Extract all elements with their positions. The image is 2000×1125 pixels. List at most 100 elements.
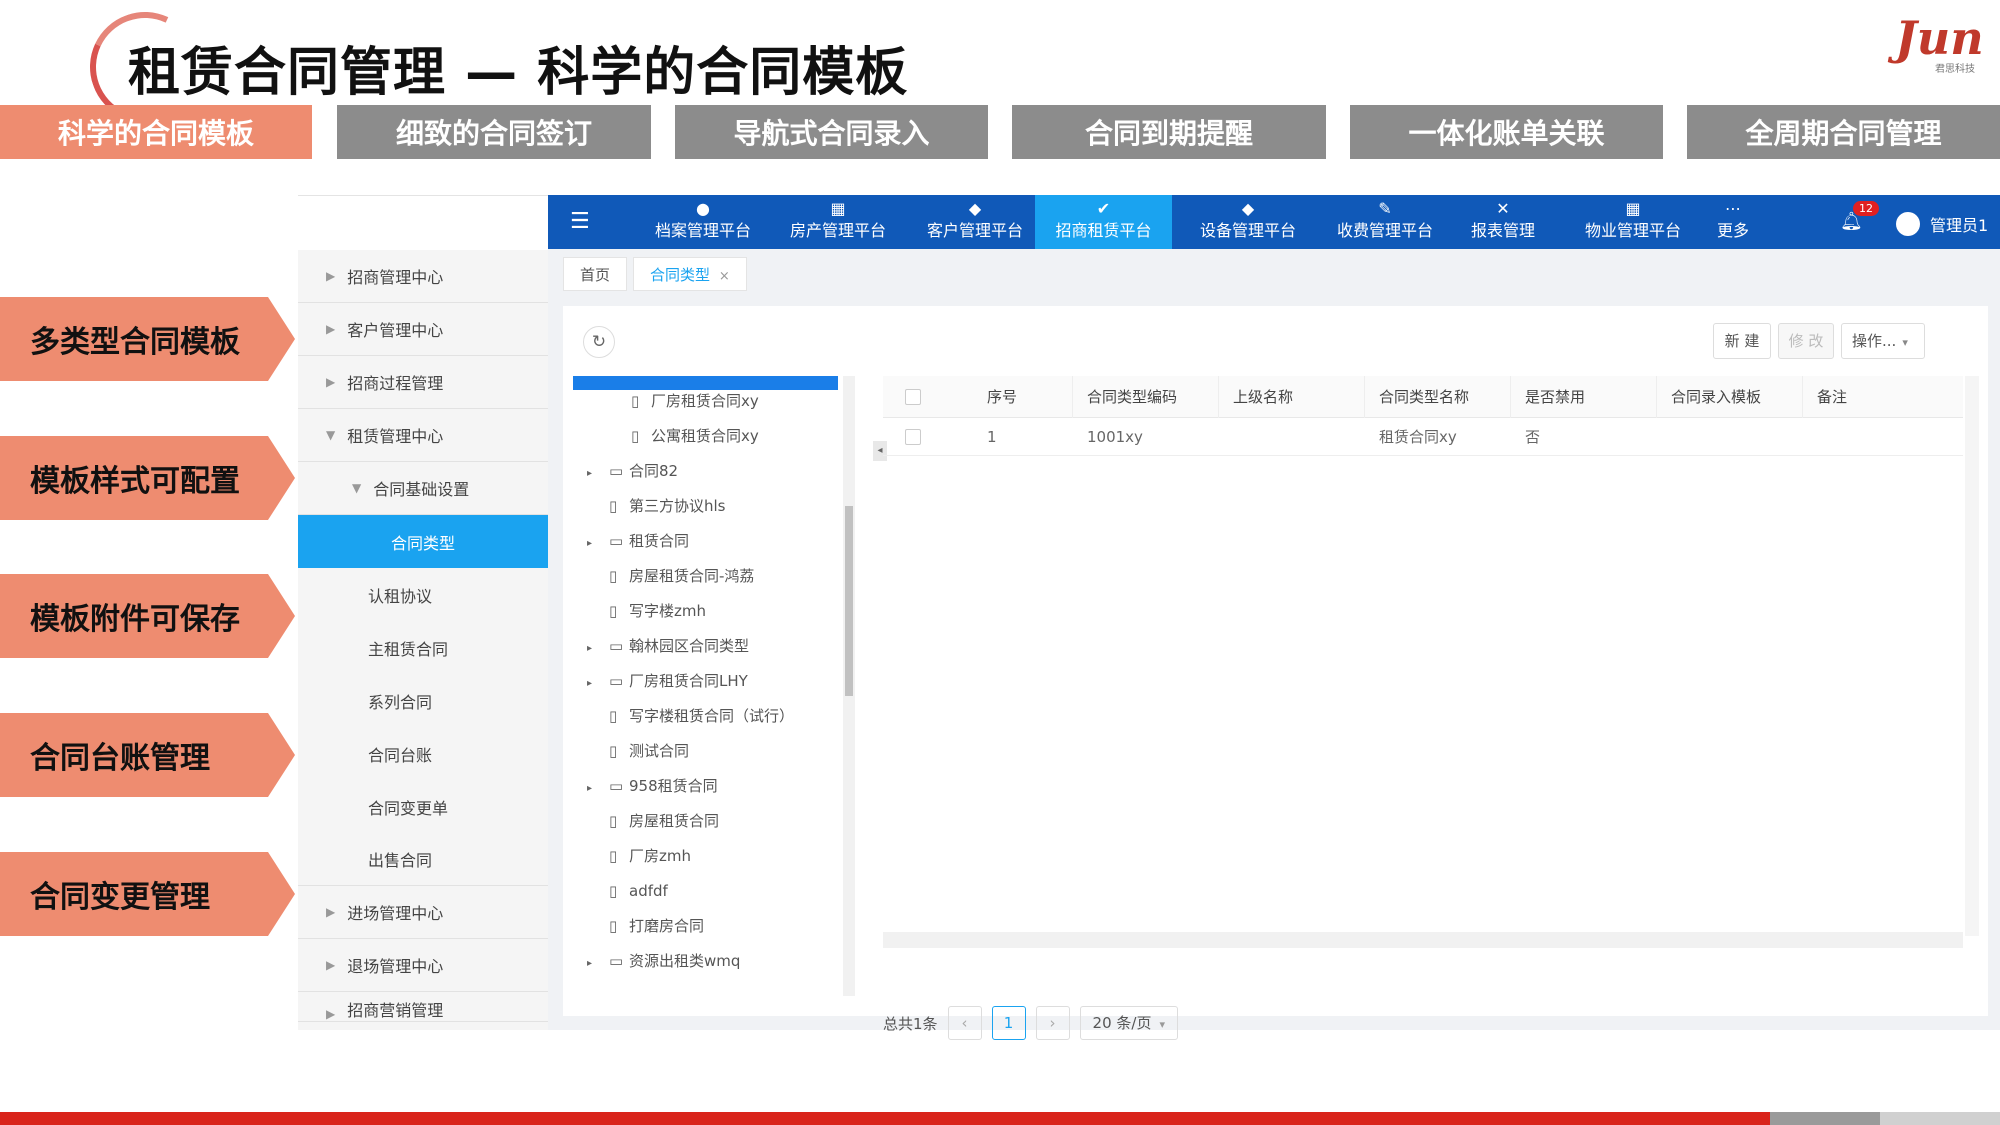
sidebar-item-process[interactable]: ▶ 招商过程管理 (298, 356, 548, 409)
sidebar-item-exit[interactable]: ▶ 退场管理中心 (298, 939, 548, 992)
archive-icon: ● (696, 199, 710, 218)
column-header[interactable]: 合同类型编码 (1073, 376, 1219, 418)
tree-scrollbar[interactable] (843, 376, 855, 996)
expand-icon[interactable]: ▸ (587, 632, 609, 666)
column-header[interactable]: 序号 (973, 376, 1073, 418)
nav-archive[interactable]: ● 档案管理平台 (638, 195, 768, 249)
refresh-icon[interactable]: ↻ (583, 326, 615, 358)
nav-payment[interactable]: ✎ 收费管理平台 (1320, 195, 1450, 249)
sidebar-item-marketing[interactable]: ▶ 招商营销管理 (298, 992, 548, 1022)
sidebar-item-entry[interactable]: ▶ 进场管理中心 (298, 886, 548, 939)
sidebar-item-change[interactable]: 合同变更单 (298, 780, 548, 833)
tree-node[interactable]: ▯ 打磨房合同 (609, 909, 704, 943)
expand-icon[interactable]: ▸ (587, 947, 609, 981)
sidebar-item-series[interactable]: 系列合同 (298, 674, 548, 727)
feature-tab-lifecycle[interactable]: 全周期合同管理 (1687, 105, 2000, 159)
file-icon: ▯ (609, 497, 618, 515)
feature-tab-signing[interactable]: 细致的合同签订 (337, 105, 651, 159)
table-cell (1219, 418, 1365, 456)
tree-node[interactable]: ▯ 房屋租赁合同-鸿荔 (609, 559, 754, 593)
app-screenshot: ▶ 招商管理中心 ▶ 客户管理中心 ▶ 招商过程管理 ▼ 租赁管理中心 ▼ 合同基础设置 … (298, 195, 2000, 1040)
tree-node[interactable]: ▯ 写字楼zmh (609, 594, 706, 628)
sidebar-item-main-lease[interactable]: 主租赁合同 (298, 621, 548, 674)
select-all-checkbox[interactable] (905, 389, 921, 405)
table-cell: 租赁合同xy (1379, 428, 1457, 446)
feature-tab-expiry[interactable]: 合同到期提醒 (1012, 105, 1326, 159)
chevron-right-icon: ▶ (326, 958, 336, 972)
menu-icon[interactable]: ☰ (570, 209, 590, 234)
column-header[interactable]: 是否禁用 (1511, 376, 1657, 418)
payment-icon: ✎ (1378, 199, 1392, 218)
table-horizontal-scrollbar[interactable] (883, 932, 1963, 948)
tree-node[interactable]: ▸ ▭ 翰林园区合同类型 (587, 629, 749, 663)
row-checkbox[interactable] (905, 429, 921, 445)
tree-node[interactable]: ▯ 厂房zmh (609, 839, 691, 873)
side-label-configurable: 模板样式可配置 (0, 436, 295, 520)
table-vertical-scrollbar[interactable] (1965, 376, 1979, 936)
tree-node[interactable]: ▸ ▭ 租赁合同 (587, 524, 689, 558)
expand-icon[interactable]: ▸ (587, 527, 609, 561)
nav-device[interactable]: ◆ 设备管理平台 (1183, 195, 1313, 249)
tree-node[interactable]: ▸ ▭ 厂房租赁合同LHY (587, 664, 748, 698)
column-header[interactable]: 上级名称 (1219, 376, 1365, 418)
tree-node[interactable]: ▯ 第三方协议hls (609, 489, 726, 523)
avatar[interactable] (1896, 212, 1920, 236)
folder-icon: ▭ (609, 952, 624, 970)
chevron-right-icon: ▶ (326, 1007, 336, 1021)
tab-home[interactable]: 首页 (563, 257, 628, 291)
close-icon[interactable]: × (719, 269, 730, 284)
folder-icon: ▭ (609, 532, 624, 550)
user-name[interactable]: 管理员1 (1930, 212, 1988, 236)
next-page-button[interactable]: › (1035, 1006, 1070, 1040)
column-header[interactable]: 合同类型名称 (1365, 376, 1511, 418)
sidebar-item-ledger[interactable]: 合同台账 (298, 727, 548, 780)
feature-tab-entry[interactable]: 导航式合同录入 (675, 105, 988, 159)
prev-page-button[interactable]: ‹ (947, 1006, 982, 1040)
sidebar-item-contract-settings[interactable]: ▼ 合同基础设置 (298, 462, 548, 515)
sidebar-item-lease-agreement[interactable]: 认租协议 (298, 568, 548, 621)
file-icon: ▯ (609, 707, 618, 725)
sidebar-item-sale[interactable]: 出售合同 (298, 833, 548, 886)
tree-node[interactable]: ▸ ▭ 958租赁合同 (587, 769, 718, 803)
nav-more[interactable]: ⋯ 更多 (1708, 195, 1758, 249)
operations-dropdown[interactable]: 操作... ▾ (1841, 323, 1925, 359)
new-button[interactable]: 新 建 (1713, 323, 1771, 359)
nav-leasing[interactable]: ✔ 招商租赁平台 (1035, 195, 1172, 249)
tree-node[interactable]: ▯ 厂房租赁合同xy (631, 384, 759, 418)
side-label-attachments: 模板附件可保存 (0, 574, 295, 658)
tree-node[interactable]: ▯ 房屋租赁合同 (609, 804, 719, 838)
sidebar-item-contract-type[interactable]: 合同类型 (298, 515, 548, 568)
tree-node[interactable]: ▯ 测试合同 (609, 734, 689, 768)
property-icon: ▦ (1625, 199, 1641, 218)
tab-contract-type[interactable]: 合同类型 × (633, 257, 747, 291)
logo-subtext: 君思科技 (1935, 64, 1975, 75)
feature-tab-template[interactable]: 科学的合同模板 (0, 105, 312, 159)
expand-icon[interactable]: ▸ (587, 667, 609, 701)
expand-icon[interactable]: ▸ (587, 772, 609, 806)
column-header[interactable]: 备注 (1803, 376, 1963, 418)
tree-node[interactable]: ▸ ▭ 资源出租类wmq (587, 944, 740, 978)
expand-icon[interactable]: ▸ (587, 457, 609, 491)
edit-button[interactable]: 修 改 (1778, 323, 1834, 359)
tree-node[interactable]: ▯ 写字楼租赁合同（试行） (609, 699, 794, 733)
sidebar-item-investment[interactable]: ▶ 招商管理中心 (298, 250, 548, 303)
tree-node[interactable]: ▸ ▭ 合同82 (587, 454, 678, 488)
column-header[interactable]: 合同录入模板 (1657, 376, 1803, 418)
sidebar-item-customer[interactable]: ▶ 客户管理中心 (298, 303, 548, 356)
chevron-right-icon: ▶ (326, 322, 336, 336)
feature-tab-billing[interactable]: 一体化账单关联 (1350, 105, 1663, 159)
tree-node[interactable]: ▯ 公寓租赁合同xy (631, 419, 759, 453)
page-number-button[interactable]: 1 (991, 1006, 1026, 1040)
tree-node[interactable]: ▯ adfdf (609, 874, 668, 908)
sidenav: ▶ 招商管理中心 ▶ 客户管理中心 ▶ 招商过程管理 ▼ 租赁管理中心 ▼ 合同基础设置 … (298, 195, 548, 1030)
contract-type-tree: ▯ 厂房租赁合同xy ▯ 公寓租赁合同xy ▸ ▭ 合同82 ▯ 第三方协议hls ▸ ▭ 租… (573, 376, 838, 1006)
nav-report[interactable]: ✕ 报表管理 (1453, 195, 1553, 249)
nav-facility[interactable]: ▦ 物业管理平台 (1568, 195, 1698, 249)
table-row[interactable]: 1 1001xy 租赁合同xy 否 (883, 418, 1963, 456)
nav-customer[interactable]: ◆ 客户管理平台 (910, 195, 1040, 249)
nav-property-mgmt[interactable]: ▦ 房产管理平台 (773, 195, 903, 249)
chevron-down-icon: ▼ (352, 481, 362, 495)
report-icon: ✕ (1496, 199, 1510, 218)
page-size-select[interactable]: 20 条/页 ▾ (1079, 1006, 1178, 1040)
sidebar-item-lease[interactable]: ▼ 租赁管理中心 (298, 409, 548, 462)
